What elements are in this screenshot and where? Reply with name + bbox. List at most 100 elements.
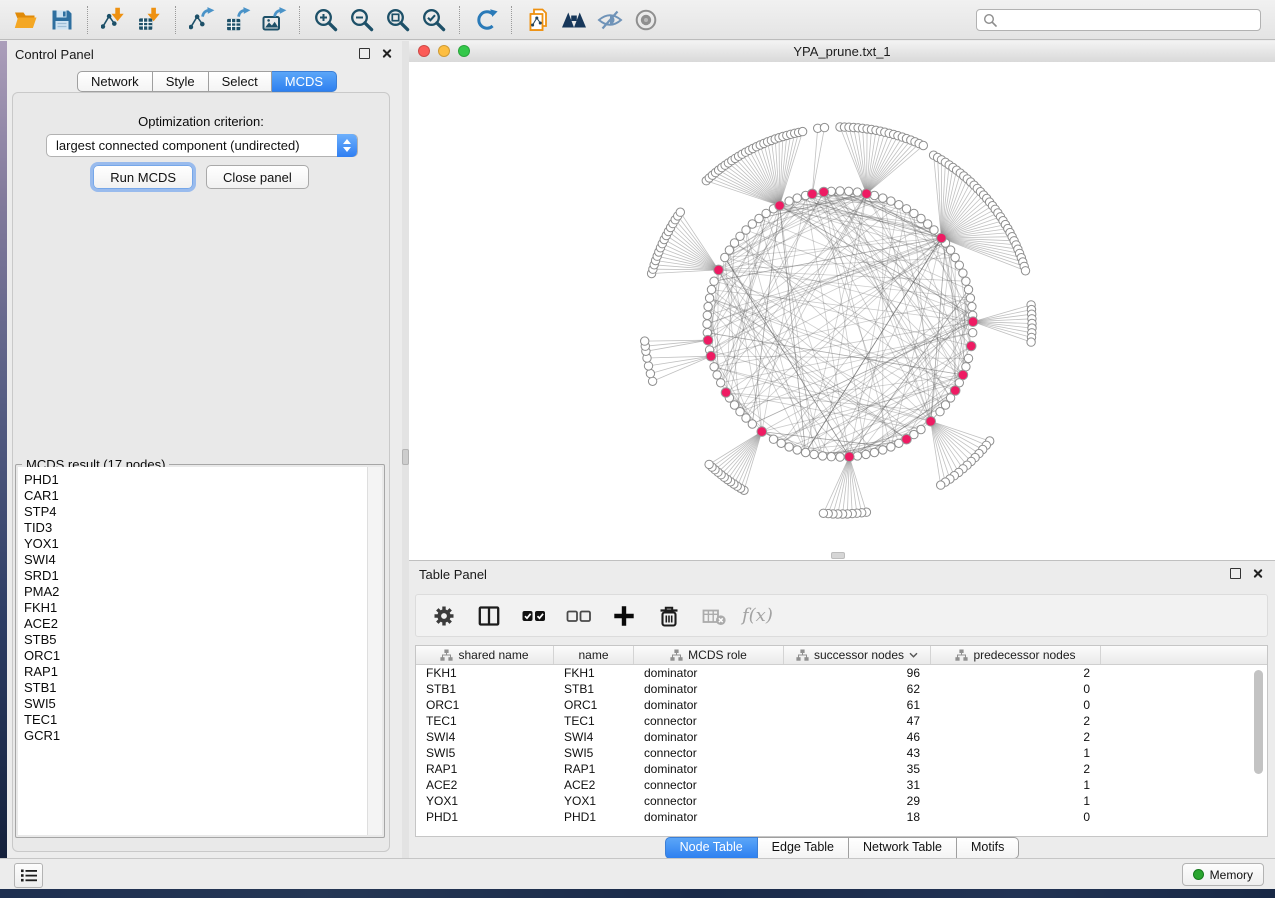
toolbar-button-show-eye[interactable]: [628, 4, 664, 36]
toolbar-button-export-image[interactable]: [256, 4, 292, 36]
mcds-result-groupbox: MCDS result (17 nodes) PHD1CAR1STP4TID3Y…: [15, 464, 385, 838]
toolbar-button-export-network[interactable]: [184, 4, 220, 36]
status-bar: Memory: [0, 858, 1275, 889]
tab-motifs[interactable]: Motifs: [957, 837, 1019, 859]
mcds-list-scrollbar[interactable]: [367, 467, 382, 835]
column-header-predecessor-nodes[interactable]: predecessor nodes: [931, 646, 1101, 664]
panel-splitter-handle[interactable]: [402, 449, 409, 465]
tab-node-table[interactable]: Node Table: [665, 837, 758, 859]
table-toolbar-select-all-button[interactable]: [521, 603, 547, 629]
toolbar-button-hide-eye[interactable]: [592, 4, 628, 36]
table-row[interactable]: ACE2ACE2connector311: [416, 777, 1267, 793]
search-input[interactable]: [997, 12, 1254, 28]
mcds-result-item: SWI5: [24, 696, 382, 712]
float-panel-icon[interactable]: [359, 48, 370, 59]
show-panels-button[interactable]: [14, 863, 43, 888]
cell-predecessor-nodes: 2: [931, 730, 1101, 744]
column-label: MCDS role: [688, 648, 747, 662]
close-table-panel-icon[interactable]: [1252, 568, 1263, 579]
toolbar-button-save[interactable]: [44, 4, 80, 36]
cell-MCDS-role: dominator: [634, 682, 784, 696]
table-panel-title: Table Panel: [419, 567, 487, 582]
close-panel-button[interactable]: Close panel: [206, 165, 309, 189]
cell-successor-nodes: 29: [784, 794, 931, 808]
column-label: predecessor nodes: [973, 648, 1075, 662]
search-icon: [983, 13, 997, 27]
memory-button[interactable]: Memory: [1182, 863, 1264, 886]
table-toolbar-unselect-all-button[interactable]: [566, 603, 592, 629]
table-toolbar-delete-button[interactable]: [656, 603, 682, 629]
toolbar-button-clipboard-network[interactable]: [520, 4, 556, 36]
column-type-icon: [796, 649, 809, 661]
mcds-result-item: SWI4: [24, 552, 382, 568]
tab-network-table[interactable]: Network Table: [849, 837, 957, 859]
cell-predecessor-nodes: 2: [931, 762, 1101, 776]
column-header-successor-nodes[interactable]: successor nodes: [784, 646, 931, 664]
cell-successor-nodes: 18: [784, 810, 931, 824]
toolbar-button-zoom-selected[interactable]: [416, 4, 452, 36]
run-mcds-button[interactable]: Run MCDS: [93, 165, 193, 189]
tab-mcds[interactable]: MCDS: [272, 71, 337, 92]
mcds-result-list: PHD1CAR1STP4TID3YOX1SWI4SRD1PMA2FKH1ACE2…: [18, 467, 382, 835]
cell-successor-nodes: 96: [784, 666, 931, 680]
zoom-fit-icon: [385, 7, 411, 33]
table-splitter-handle[interactable]: [831, 552, 845, 559]
table-toolbar-columns-button[interactable]: [476, 603, 502, 629]
cell-MCDS-role: connector: [634, 746, 784, 760]
add-icon: [611, 603, 637, 629]
network-canvas[interactable]: [409, 62, 1275, 560]
column-header-MCDS-role[interactable]: MCDS role: [634, 646, 784, 664]
tab-edge-table[interactable]: Edge Table: [758, 837, 849, 859]
mcds-result-item: TID3: [24, 520, 382, 536]
toolbar-button-zoom-in[interactable]: [308, 4, 344, 36]
optimization-criterion-select[interactable]: largest connected component (undirected): [46, 134, 358, 157]
cell-shared-name: RAP1: [416, 762, 554, 776]
network-graph[interactable]: [409, 62, 1273, 559]
control-panel: Control Panel NetworkStyleSelectMCDS Opt…: [7, 41, 402, 858]
table-toolbar-add-button[interactable]: [611, 603, 637, 629]
column-label: successor nodes: [814, 648, 904, 662]
table-row[interactable]: RAP1RAP1dominator352: [416, 761, 1267, 777]
toolbar-button-open-folder[interactable]: [8, 4, 44, 36]
cell-predecessor-nodes: 2: [931, 714, 1101, 728]
network-title: YPA_prune.txt_1: [409, 44, 1275, 59]
column-header-shared-name[interactable]: shared name: [416, 646, 554, 664]
toolbar-button-import-network[interactable]: [96, 4, 132, 36]
table-toolbar-gear-button[interactable]: [431, 603, 457, 629]
float-table-panel-icon[interactable]: [1230, 568, 1241, 579]
column-header-name[interactable]: name: [554, 646, 634, 664]
toolbar-button-binoculars[interactable]: [556, 4, 592, 36]
toolbar-button-export-table[interactable]: [220, 4, 256, 36]
cell-shared-name: SWI4: [416, 730, 554, 744]
table-scrollbar-thumb[interactable]: [1254, 670, 1263, 774]
table-row[interactable]: PHD1PHD1dominator180: [416, 809, 1267, 825]
cell-shared-name: PHD1: [416, 810, 554, 824]
table-toolbar: f(x): [415, 594, 1268, 637]
cell-MCDS-role: dominator: [634, 762, 784, 776]
zoom-selected-icon: [421, 7, 447, 33]
close-panel-icon[interactable]: [381, 48, 392, 59]
toolbar-button-zoom-out[interactable]: [344, 4, 380, 36]
table-row[interactable]: ORC1ORC1dominator610: [416, 697, 1267, 713]
tab-style[interactable]: Style: [153, 71, 209, 92]
table-row[interactable]: FKH1FKH1dominator962: [416, 665, 1267, 681]
table-row[interactable]: YOX1YOX1connector291: [416, 793, 1267, 809]
toolbar-button-zoom-fit[interactable]: [380, 4, 416, 36]
table-row[interactable]: SWI5SWI5connector431: [416, 745, 1267, 761]
cell-name: STB1: [554, 682, 634, 696]
toolbar-button-refresh[interactable]: [468, 4, 504, 36]
table-row[interactable]: TEC1TEC1connector472: [416, 713, 1267, 729]
main-toolbar: [0, 0, 1275, 40]
cell-name: ACE2: [554, 778, 634, 792]
tab-select[interactable]: Select: [209, 71, 272, 92]
mcds-panel: Optimization criterion: largest connecte…: [12, 92, 390, 852]
table-toolbar-delete-table-button: [701, 603, 727, 629]
desktop-wallpaper-bottom: [0, 889, 1275, 898]
mcds-buttons-row: Run MCDS Close panel: [13, 165, 389, 189]
toolbar-button-import-table[interactable]: [132, 4, 168, 36]
tab-network[interactable]: Network: [77, 71, 153, 92]
table-row[interactable]: SWI4SWI4dominator462: [416, 729, 1267, 745]
table-row[interactable]: STB1STB1dominator620: [416, 681, 1267, 697]
cell-successor-nodes: 35: [784, 762, 931, 776]
select-all-icon: [521, 603, 547, 629]
